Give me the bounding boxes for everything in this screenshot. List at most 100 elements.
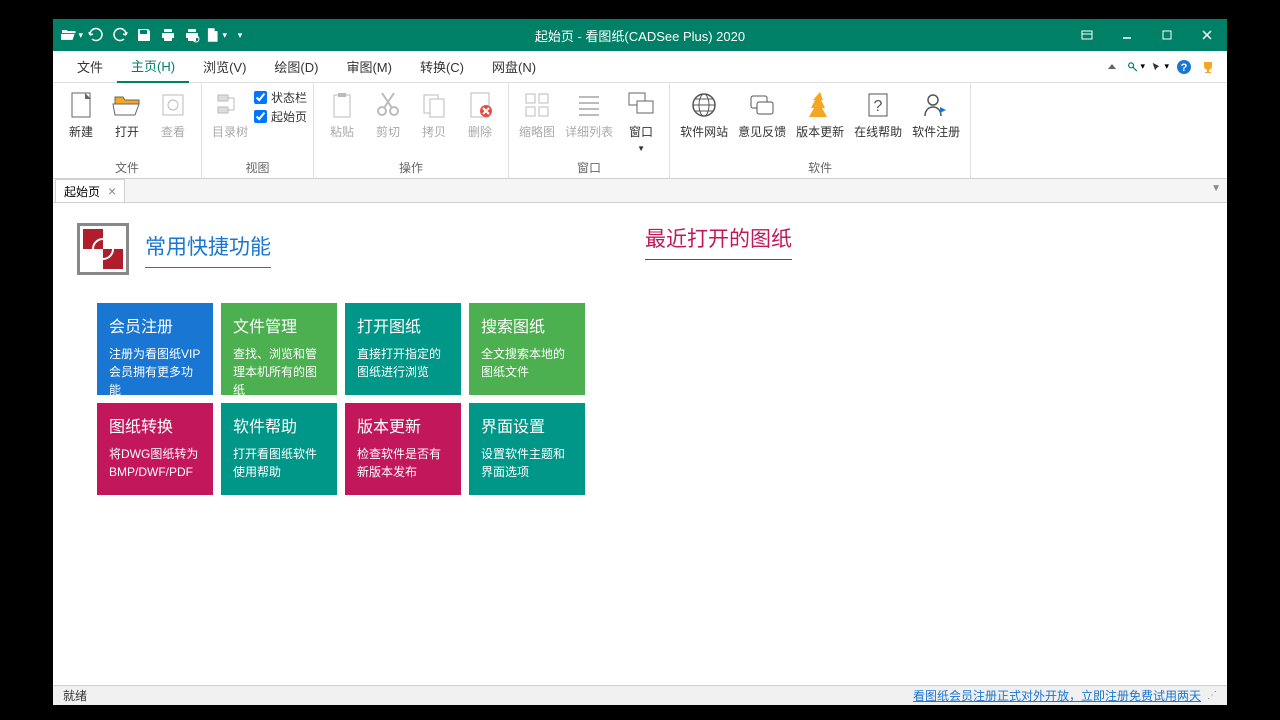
ribbon-button-label: 查看: [161, 123, 185, 140]
close-button[interactable]: [1187, 23, 1227, 47]
svg-text:?: ?: [1181, 62, 1188, 74]
tile-desc: 检查软件是否有新版本发布: [357, 445, 449, 481]
quick-tile[interactable]: 界面设置设置软件主题和界面选项: [469, 403, 585, 495]
minimize-button[interactable]: [1107, 23, 1147, 47]
ribbon-button-label: 缩略图: [519, 123, 555, 140]
menu-convert[interactable]: 转换(C): [406, 51, 478, 82]
ribbon-group-label: 窗口: [515, 157, 663, 178]
delete-icon: [464, 89, 496, 121]
cursor-icon[interactable]: ▾: [1151, 58, 1169, 76]
statusbar: 就绪 看图纸会员注册正式对外开放，立即注册免费试用两天 ⋰: [53, 685, 1227, 705]
ribbon-group-label: 操作: [320, 157, 502, 178]
tile-desc: 查找、浏览和管理本机所有的图纸: [233, 345, 325, 399]
help-icon[interactable]: ?: [1175, 58, 1193, 76]
ribbon-button-label: 版本更新: [796, 123, 844, 140]
menu-netdisk[interactable]: 网盘(N): [478, 51, 550, 82]
key-icon[interactable]: ▾: [1127, 58, 1145, 76]
resize-grip-icon[interactable]: ⋰: [1207, 690, 1217, 701]
globe-icon: [688, 89, 720, 121]
ribbon-button-label: 删除: [468, 123, 492, 140]
quick-tile[interactable]: 文件管理查找、浏览和管理本机所有的图纸: [221, 303, 337, 395]
tile-title: 搜索图纸: [481, 313, 573, 337]
maximize-button[interactable]: [1147, 23, 1187, 47]
ribbon-button-label: 意见反馈: [738, 123, 786, 140]
ribbon-button-label: 窗口▼: [629, 123, 653, 154]
tile-title: 会员注册: [109, 313, 201, 337]
tile-desc: 将DWG图纸转为BMP/DWF/PDF: [109, 445, 201, 481]
tile-desc: 打开看图纸软件使用帮助: [233, 445, 325, 481]
collapse-ribbon-icon[interactable]: [1103, 58, 1121, 76]
menu-review[interactable]: 审图(M): [332, 51, 406, 82]
redo-icon[interactable]: [109, 24, 131, 46]
menu-browse[interactable]: 浏览(V): [189, 51, 260, 82]
tree-icon: [214, 89, 246, 121]
status-ready: 就绪: [63, 687, 87, 704]
ribbon-button-windows[interactable]: 窗口▼: [619, 87, 663, 156]
tile-title: 打开图纸: [357, 313, 449, 337]
ribbon-group-label: 软件: [676, 157, 964, 178]
help-icon: ?: [862, 89, 894, 121]
ribbon-button-folder-open[interactable]: 打开: [105, 87, 149, 142]
window-title: 起始页 - 看图纸(CADSee Plus) 2020: [535, 26, 745, 45]
folder-open-icon: [111, 89, 143, 121]
register-icon: [920, 89, 952, 121]
ribbon-button-label: 在线帮助: [854, 123, 902, 140]
ribbon-button-help[interactable]: ? 在线帮助: [850, 87, 906, 142]
ribbon-button-label: 目录树: [212, 123, 248, 140]
tile-title: 文件管理: [233, 313, 325, 337]
menu-file[interactable]: 文件: [63, 51, 117, 82]
feedback-icon: [746, 89, 778, 121]
quick-tile[interactable]: 图纸转换将DWG图纸转为BMP/DWF/PDF: [97, 403, 213, 495]
qat-customize-icon[interactable]: ▾: [229, 24, 251, 46]
quick-tile[interactable]: 打开图纸直接打开指定的图纸进行浏览: [345, 303, 461, 395]
tab-start-page[interactable]: 起始页 ×: [55, 179, 125, 202]
print-icon[interactable]: [157, 24, 179, 46]
ribbon-button-label: 新建: [69, 123, 93, 140]
checkbox-input[interactable]: [254, 91, 267, 104]
ribbon-checkbox[interactable]: 起始页: [254, 108, 307, 125]
ribbon-button-thumb: 缩略图: [515, 87, 559, 142]
ribbon-button-delete: 删除: [458, 87, 502, 142]
ribbon-button-label: 详细列表: [565, 123, 613, 140]
ribbon-button-view: 查看: [151, 87, 195, 142]
window-controls: [1067, 23, 1227, 47]
file-new-icon: [65, 89, 97, 121]
ribbon-checkbox[interactable]: 状态栏: [254, 89, 307, 106]
ribbon-button-label: 软件网站: [680, 123, 728, 140]
ribbon-button-feedback[interactable]: 意见反馈: [734, 87, 790, 142]
ribbon-button-update[interactable]: 版本更新: [792, 87, 848, 142]
quick-tile[interactable]: 软件帮助打开看图纸软件使用帮助: [221, 403, 337, 495]
tile-desc: 注册为看图纸VIP会员拥有更多功能: [109, 345, 201, 399]
menubar: 文件 主页(H) 浏览(V) 绘图(D) 审图(M) 转换(C) 网盘(N) ▾…: [53, 51, 1227, 83]
ribbon-group: 新建打开查看文件: [53, 83, 202, 178]
document-icon[interactable]: ▾: [205, 24, 227, 46]
start-page-content: 常用快捷功能 会员注册注册为看图纸VIP会员拥有更多功能文件管理查找、浏览和管理…: [53, 203, 1227, 685]
tabs-menu-icon[interactable]: ▼: [1211, 183, 1221, 194]
ribbon-toggle-icon[interactable]: [1067, 23, 1107, 47]
cut-icon: [372, 89, 404, 121]
menu-home[interactable]: 主页(H): [117, 50, 189, 83]
quick-tile[interactable]: 版本更新检查软件是否有新版本发布: [345, 403, 461, 495]
recent-drawings-title: 最近打开的图纸: [645, 223, 792, 260]
folder-open-icon[interactable]: ▾: [61, 24, 83, 46]
save-icon[interactable]: [133, 24, 155, 46]
checkbox-label: 起始页: [271, 108, 307, 125]
list-icon: [573, 89, 605, 121]
undo-icon[interactable]: [85, 24, 107, 46]
menu-draw[interactable]: 绘图(D): [260, 51, 332, 82]
ribbon-button-globe[interactable]: 软件网站: [676, 87, 732, 142]
paste-icon: [326, 89, 358, 121]
close-icon[interactable]: ×: [108, 184, 116, 198]
quick-tile[interactable]: 搜索图纸全文搜索本地的图纸文件: [469, 303, 585, 395]
trophy-icon[interactable]: [1199, 58, 1217, 76]
ribbon-group: 目录树状态栏起始页视图: [202, 83, 314, 178]
checkbox-input[interactable]: [254, 110, 267, 123]
ribbon-button-list: 详细列表: [561, 87, 617, 142]
print-preview-icon[interactable]: [181, 24, 203, 46]
ribbon-button-cut: 剪切: [366, 87, 410, 142]
status-register-link[interactable]: 看图纸会员注册正式对外开放，立即注册免费试用两天: [913, 687, 1201, 704]
ribbon-button-label: 打开: [115, 123, 139, 140]
ribbon-button-file-new[interactable]: 新建: [59, 87, 103, 142]
ribbon-button-register[interactable]: 软件注册: [908, 87, 964, 142]
quick-tile[interactable]: 会员注册注册为看图纸VIP会员拥有更多功能: [97, 303, 213, 395]
